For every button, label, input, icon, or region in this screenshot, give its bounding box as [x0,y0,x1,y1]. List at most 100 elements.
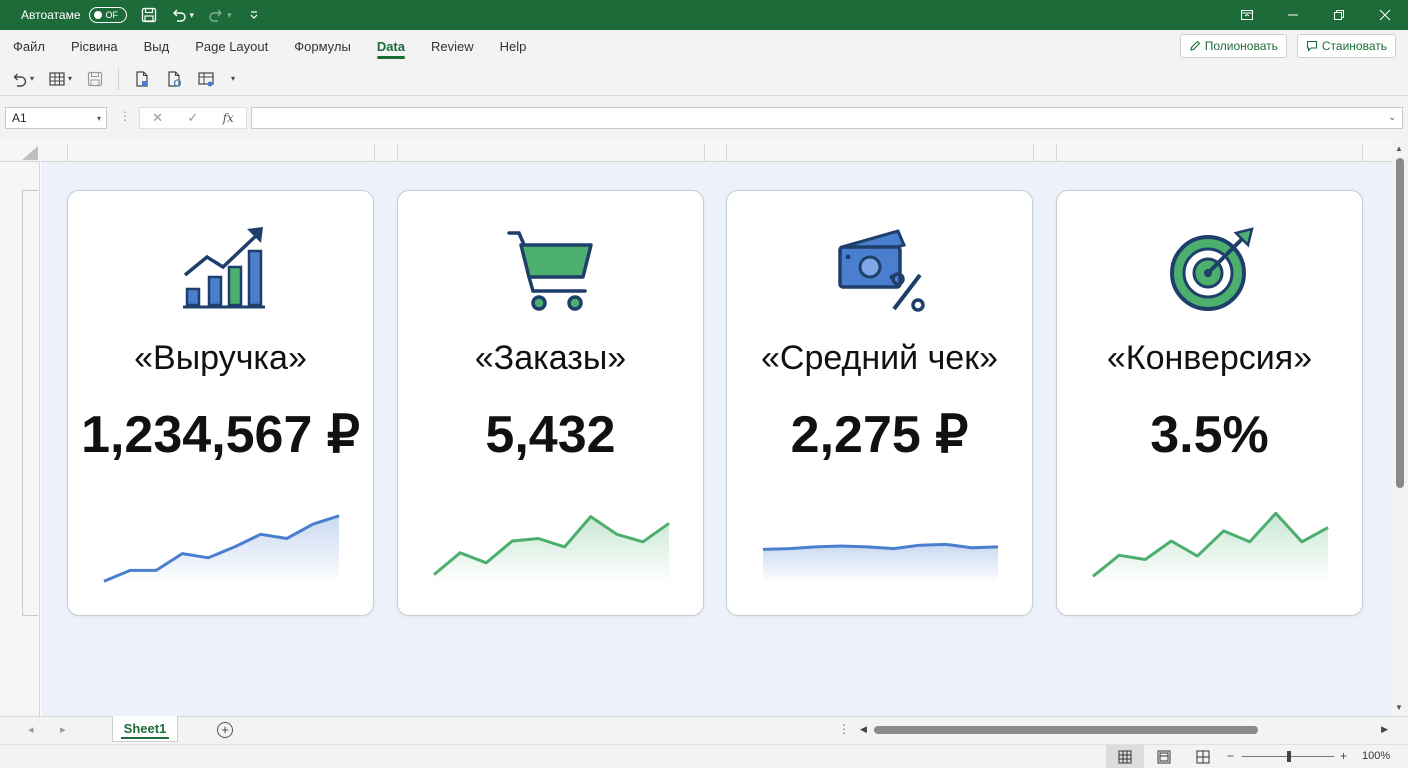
close-icon[interactable] [1362,0,1408,30]
customize-qat-icon[interactable] [246,7,262,23]
sheet-tab-bar: ◂ ▸ Sheet1 + ⋮ ◀ ▶ [0,716,1408,744]
undo-icon[interactable] [171,7,187,23]
column-headers [0,140,1408,162]
chevron-down-icon: ▾ [68,74,73,83]
sparkline-area [763,544,998,583]
comment-icon [1306,40,1317,52]
toolbar-grid-button[interactable] [197,68,215,90]
sparkline-revenue [103,514,340,583]
vertical-scrollbar[interactable]: ▲ ▼ [1392,140,1408,716]
kpi-card-revenue[interactable]: «Выручка» 1,234,567 ₽ [67,190,374,616]
tab-formulas[interactable]: Формулы [281,30,364,62]
toolbar-doc-link-button[interactable] [165,68,183,90]
grid-settings-icon [198,71,214,86]
toolbar-more-button[interactable]: ▾ [229,68,235,90]
ribbon-toolbar: ▾ ▾ ▾ [0,62,1408,96]
kpi-title: «Заказы» [474,339,627,377]
row-headers [0,162,40,716]
ribbon-actions: Полионовать Стаиновать [1179,34,1396,58]
page-layout-icon [1157,750,1171,764]
kpi-card-conversion[interactable]: «Конверсия» 3.5% [1056,190,1363,616]
scroll-right-icon[interactable]: ▶ [1381,724,1388,735]
kpi-card-avg-check[interactable]: «Средний чек» 2,275 ₽ [726,190,1033,616]
horizontal-scrollbar[interactable]: ◀ ▶ [860,723,1388,737]
more-options-icon[interactable]: ⋮ [838,722,850,736]
cancel-icon[interactable]: ✕ [152,110,163,126]
horizontal-scroll-thumb[interactable] [874,726,1258,734]
minimize-icon[interactable] [1270,0,1316,30]
document-icon [136,70,148,87]
undo-icon [13,73,27,87]
redo-icon[interactable] [208,7,224,23]
tab-page-layout[interactable]: Page Layout [182,30,281,62]
ribbon-display-icon[interactable] [1224,0,1270,30]
restore-icon[interactable] [1316,0,1362,30]
edit-button-label: Полионовать [1204,39,1278,53]
column-divider [1362,144,1363,162]
chevron-down-icon[interactable]: ⌄ [1388,112,1396,123]
pencil-icon [1190,40,1201,51]
normal-view-button[interactable] [1106,745,1144,768]
kpi-card-orders[interactable]: «Заказы» 5,432 [397,190,704,616]
toolbar-undo-button[interactable]: ▾ [10,68,34,90]
name-box[interactable]: A1 ▾ [5,107,107,129]
tab-help[interactable]: Help [487,30,540,62]
column-divider [1056,144,1057,162]
toolbar-new-doc-button[interactable] [133,68,151,90]
sheet-tab[interactable]: Sheet1 [112,716,178,742]
zoom-in-button[interactable]: + [1340,749,1347,763]
kpi-value: 5,432 [485,406,616,464]
tab-data[interactable]: Data [364,30,418,62]
column-divider [1033,144,1034,162]
ribbon-tabs: Файл Рісвина Выд Page Layout Формулы Dat… [0,30,1408,62]
column-divider [67,144,68,162]
kpi-title: «Конверсия» [1106,339,1313,377]
toolbar-table-button[interactable]: ▾ [48,68,72,90]
sheet-next-icon[interactable]: ▸ [60,723,66,736]
tab-draw[interactable]: Рісвина [58,30,131,62]
target-icon [1057,225,1362,315]
tab-view[interactable]: Выд [131,30,183,62]
tab-file[interactable]: Файл [0,30,58,62]
comments-button-label: Стаиновать [1321,39,1387,53]
page-break-icon [1196,750,1210,764]
kpi-value: 3.5% [1150,406,1269,464]
comments-button[interactable]: Стаиновать [1296,34,1396,58]
undo-dropdown-icon[interactable]: ▾ [190,10,195,21]
scroll-left-icon[interactable]: ◀ [860,724,867,735]
sparkline-conversion [1092,511,1329,583]
sparkline-area [434,516,669,583]
vertical-scroll-thumb[interactable] [1396,158,1404,488]
zoom-level[interactable]: 100% [1362,750,1390,762]
save-icon[interactable] [141,7,157,23]
shopping-cart-icon [398,225,703,315]
row-selection-bracket [22,190,38,616]
redo-dropdown-icon[interactable]: ▾ [227,10,232,21]
scroll-down-icon[interactable]: ▼ [1395,703,1403,712]
column-divider [374,144,375,162]
function-icon[interactable]: fx [223,111,234,125]
chevron-down-icon: ▾ [96,113,101,123]
toolbar-save-button[interactable] [86,68,104,90]
page-layout-view-button[interactable] [1145,745,1183,768]
sheet-prev-icon[interactable]: ◂ [28,723,34,736]
name-box-value: A1 [12,111,27,125]
page-break-view-button[interactable] [1184,745,1222,768]
scroll-up-icon[interactable]: ▲ [1395,144,1403,153]
tab-review[interactable]: Review [418,30,487,62]
autosave-toggle[interactable]: OF [88,7,127,23]
sparkline-area [1093,513,1328,583]
zoom-out-button[interactable]: − [1227,749,1234,763]
edit-button[interactable]: Полионовать [1179,34,1287,58]
grid-view-icon [1118,750,1132,764]
toggle-knob [93,11,102,19]
more-options-icon[interactable]: ⋮ [119,109,131,123]
chevron-down-icon: ▾ [30,74,35,83]
zoom-slider-thumb[interactable] [1287,751,1291,762]
confirm-icon[interactable]: ✓ [187,110,198,126]
formula-input[interactable]: ⌄ [251,107,1403,129]
toggle-state: OF [105,10,119,20]
select-all-corner[interactable] [22,146,38,160]
sparkline-orders [433,515,670,583]
add-sheet-icon[interactable]: + [217,722,233,738]
